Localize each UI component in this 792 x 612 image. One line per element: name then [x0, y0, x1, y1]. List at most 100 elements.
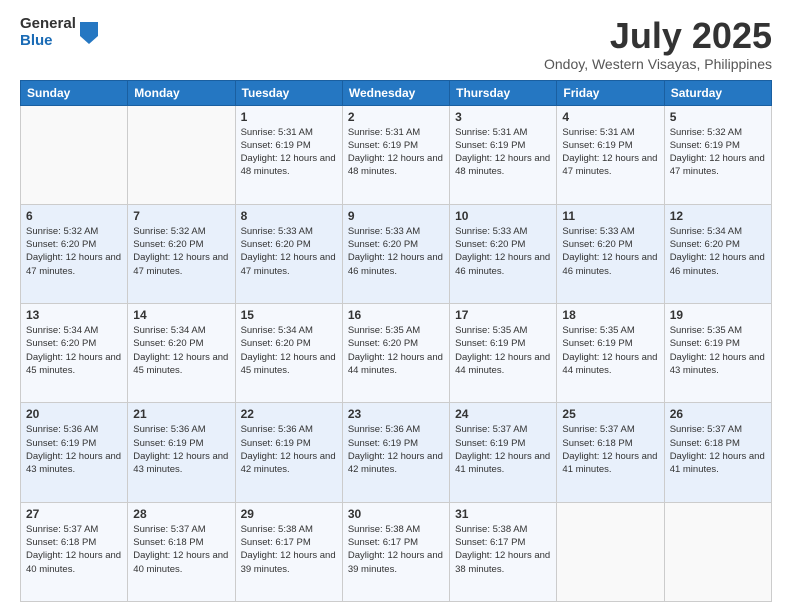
day-number: 12	[670, 209, 766, 223]
calendar-cell: 12 Sunrise: 5:34 AMSunset: 6:20 PMDayligh…	[664, 204, 771, 303]
day-info: Sunrise: 5:36 AMSunset: 6:19 PMDaylight:…	[241, 423, 337, 476]
day-number: 9	[348, 209, 444, 223]
day-number: 27	[26, 507, 122, 521]
day-number: 17	[455, 308, 551, 322]
day-number: 28	[133, 507, 229, 521]
day-info: Sunrise: 5:37 AMSunset: 6:18 PMDaylight:…	[670, 423, 766, 476]
calendar-cell	[21, 105, 128, 204]
day-info: Sunrise: 5:33 AMSunset: 6:20 PMDaylight:…	[241, 225, 337, 278]
main-title: July 2025	[544, 16, 772, 56]
day-number: 15	[241, 308, 337, 322]
day-info: Sunrise: 5:35 AMSunset: 6:19 PMDaylight:…	[455, 324, 551, 377]
day-number: 14	[133, 308, 229, 322]
day-info: Sunrise: 5:38 AMSunset: 6:17 PMDaylight:…	[455, 523, 551, 576]
weekday-header: Wednesday	[342, 80, 449, 105]
calendar-cell: 21 Sunrise: 5:36 AMSunset: 6:19 PMDayligh…	[128, 403, 235, 502]
day-number: 23	[348, 407, 444, 421]
day-info: Sunrise: 5:32 AMSunset: 6:20 PMDaylight:…	[26, 225, 122, 278]
calendar-week-row: 13 Sunrise: 5:34 AMSunset: 6:20 PMDayligh…	[21, 304, 772, 403]
calendar-cell: 15 Sunrise: 5:34 AMSunset: 6:20 PMDayligh…	[235, 304, 342, 403]
calendar-cell: 7Sunrise: 5:32 AMSunset: 6:20 PMDaylight…	[128, 204, 235, 303]
day-number: 13	[26, 308, 122, 322]
calendar-cell: 3Sunrise: 5:31 AMSunset: 6:19 PMDaylight…	[450, 105, 557, 204]
calendar-cell: 22 Sunrise: 5:36 AMSunset: 6:19 PMDayligh…	[235, 403, 342, 502]
calendar-cell: 4 Sunrise: 5:31 AMSunset: 6:19 PMDaylight…	[557, 105, 664, 204]
day-info: Sunrise: 5:32 AMSunset: 6:19 PMDaylight:…	[670, 126, 766, 179]
day-info: Sunrise: 5:31 AMSunset: 6:19 PMDaylight:…	[455, 126, 551, 179]
calendar-cell: 9 Sunrise: 5:33 AMSunset: 6:20 PMDaylight…	[342, 204, 449, 303]
calendar-cell: 19 Sunrise: 5:35 AMSunset: 6:19 PMDayligh…	[664, 304, 771, 403]
day-number: 19	[670, 308, 766, 322]
calendar-cell: 27 Sunrise: 5:37 AMSunset: 6:18 PMDayligh…	[21, 502, 128, 601]
weekday-header: Tuesday	[235, 80, 342, 105]
day-info: Sunrise: 5:31 AMSunset: 6:19 PMDaylight:…	[348, 126, 444, 179]
calendar-cell: 17 Sunrise: 5:35 AMSunset: 6:19 PMDayligh…	[450, 304, 557, 403]
day-info: Sunrise: 5:37 AMSunset: 6:19 PMDaylight:…	[455, 423, 551, 476]
day-info: Sunrise: 5:36 AMSunset: 6:19 PMDaylight:…	[348, 423, 444, 476]
weekday-header: Friday	[557, 80, 664, 105]
day-number: 25	[562, 407, 658, 421]
day-info: Sunrise: 5:35 AMSunset: 6:19 PMDaylight:…	[562, 324, 658, 377]
day-info: Sunrise: 5:31 AMSunset: 6:19 PMDaylight:…	[562, 126, 658, 179]
logo: General Blue	[20, 16, 98, 49]
calendar-body: 1 Sunrise: 5:31 AMSunset: 6:19 PMDaylight…	[21, 105, 772, 601]
day-info: Sunrise: 5:38 AMSunset: 6:17 PMDaylight:…	[241, 523, 337, 576]
day-info: Sunrise: 5:34 AMSunset: 6:20 PMDaylight:…	[26, 324, 122, 377]
day-number: 24	[455, 407, 551, 421]
day-number: 22	[241, 407, 337, 421]
day-info: Sunrise: 5:36 AMSunset: 6:19 PMDaylight:…	[26, 423, 122, 476]
calendar-cell: 2 Sunrise: 5:31 AMSunset: 6:19 PMDaylight…	[342, 105, 449, 204]
day-number: 29	[241, 507, 337, 521]
day-number: 7	[133, 209, 229, 223]
weekday-header: Sunday	[21, 80, 128, 105]
day-number: 10	[455, 209, 551, 223]
calendar-cell: 26Sunrise: 5:37 AMSunset: 6:18 PMDayligh…	[664, 403, 771, 502]
day-info: Sunrise: 5:35 AMSunset: 6:20 PMDaylight:…	[348, 324, 444, 377]
calendar-cell: 30 Sunrise: 5:38 AMSunset: 6:17 PMDayligh…	[342, 502, 449, 601]
day-number: 6	[26, 209, 122, 223]
day-number: 16	[348, 308, 444, 322]
weekday-row: SundayMondayTuesdayWednesdayThursdayFrid…	[21, 80, 772, 105]
calendar-cell: 14 Sunrise: 5:34 AMSunset: 6:20 PMDayligh…	[128, 304, 235, 403]
calendar-table: SundayMondayTuesdayWednesdayThursdayFrid…	[20, 80, 772, 602]
day-number: 4	[562, 110, 658, 124]
day-info: Sunrise: 5:34 AMSunset: 6:20 PMDaylight:…	[670, 225, 766, 278]
calendar-header: SundayMondayTuesdayWednesdayThursdayFrid…	[21, 80, 772, 105]
day-info: Sunrise: 5:33 AMSunset: 6:20 PMDaylight:…	[562, 225, 658, 278]
day-info: Sunrise: 5:38 AMSunset: 6:17 PMDaylight:…	[348, 523, 444, 576]
logo-general: General	[20, 16, 76, 33]
calendar-week-row: 20 Sunrise: 5:36 AMSunset: 6:19 PMDayligh…	[21, 403, 772, 502]
weekday-header: Monday	[128, 80, 235, 105]
day-number: 30	[348, 507, 444, 521]
calendar-week-row: 1 Sunrise: 5:31 AMSunset: 6:19 PMDaylight…	[21, 105, 772, 204]
day-info: Sunrise: 5:33 AMSunset: 6:20 PMDaylight:…	[348, 225, 444, 278]
calendar-cell: 24 Sunrise: 5:37 AMSunset: 6:19 PMDayligh…	[450, 403, 557, 502]
day-info: Sunrise: 5:37 AMSunset: 6:18 PMDaylight:…	[562, 423, 658, 476]
header: General Blue July 2025 Ondoy, Western Vi…	[20, 16, 772, 72]
calendar-cell: 8 Sunrise: 5:33 AMSunset: 6:20 PMDaylight…	[235, 204, 342, 303]
day-info: Sunrise: 5:35 AMSunset: 6:19 PMDaylight:…	[670, 324, 766, 377]
day-info: Sunrise: 5:36 AMSunset: 6:19 PMDaylight:…	[133, 423, 229, 476]
day-number: 1	[241, 110, 337, 124]
day-number: 21	[133, 407, 229, 421]
calendar-cell: 10Sunrise: 5:33 AMSunset: 6:20 PMDayligh…	[450, 204, 557, 303]
calendar-week-row: 6 Sunrise: 5:32 AMSunset: 6:20 PMDaylight…	[21, 204, 772, 303]
day-number: 2	[348, 110, 444, 124]
day-number: 31	[455, 507, 551, 521]
day-number: 20	[26, 407, 122, 421]
calendar-cell: 25 Sunrise: 5:37 AMSunset: 6:18 PMDayligh…	[557, 403, 664, 502]
day-number: 11	[562, 209, 658, 223]
day-info: Sunrise: 5:37 AMSunset: 6:18 PMDaylight:…	[133, 523, 229, 576]
day-info: Sunrise: 5:37 AMSunset: 6:18 PMDaylight:…	[26, 523, 122, 576]
day-info: Sunrise: 5:34 AMSunset: 6:20 PMDaylight:…	[241, 324, 337, 377]
calendar-cell: 29 Sunrise: 5:38 AMSunset: 6:17 PMDayligh…	[235, 502, 342, 601]
calendar-cell: 6 Sunrise: 5:32 AMSunset: 6:20 PMDaylight…	[21, 204, 128, 303]
weekday-header: Thursday	[450, 80, 557, 105]
calendar-week-row: 27 Sunrise: 5:37 AMSunset: 6:18 PMDayligh…	[21, 502, 772, 601]
calendar-cell: 31 Sunrise: 5:38 AMSunset: 6:17 PMDayligh…	[450, 502, 557, 601]
calendar-cell: 16 Sunrise: 5:35 AMSunset: 6:20 PMDayligh…	[342, 304, 449, 403]
title-block: July 2025 Ondoy, Western Visayas, Philip…	[544, 16, 772, 72]
day-info: Sunrise: 5:34 AMSunset: 6:20 PMDaylight:…	[133, 324, 229, 377]
calendar-cell: 18Sunrise: 5:35 AMSunset: 6:19 PMDayligh…	[557, 304, 664, 403]
day-number: 8	[241, 209, 337, 223]
